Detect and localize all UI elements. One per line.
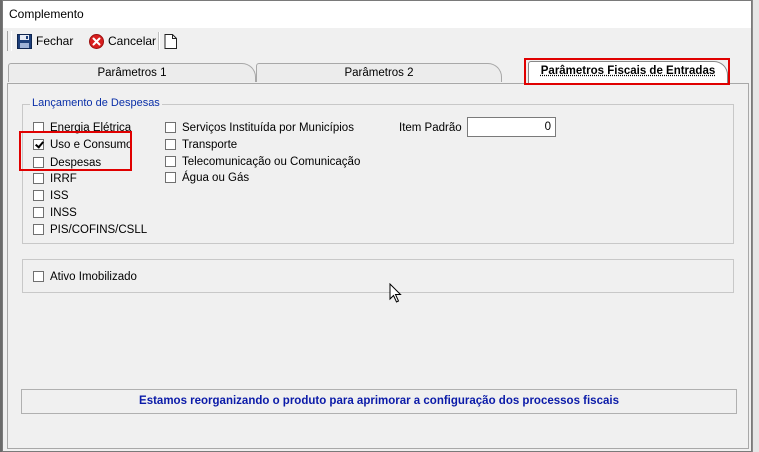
checkbox-label: PIS/COFINS/CSLL xyxy=(50,223,148,236)
checkbox-agua-ou-gas[interactable]: Água ou Gás xyxy=(165,170,249,185)
floppy-disk-icon xyxy=(17,33,32,49)
checkbox-label: Ativo Imobilizado xyxy=(50,270,137,283)
checkbox-box[interactable] xyxy=(165,139,176,150)
checkbox-label: INSS xyxy=(50,206,77,219)
toolbar-separator xyxy=(158,32,160,50)
tab-parametros-2[interactable]: Parâmetros 2 xyxy=(256,63,502,82)
checkbox-box[interactable] xyxy=(33,173,44,184)
title-bar[interactable]: Complemento xyxy=(3,1,751,28)
close-button-label: Fechar xyxy=(36,34,74,48)
cancel-button-label: Cancelar xyxy=(108,34,157,48)
checkbox-box[interactable] xyxy=(33,224,44,235)
cancel-button[interactable]: Cancelar xyxy=(89,31,156,51)
background-window-right xyxy=(752,0,759,452)
expenses-group-legend: Lançamento de Despesas xyxy=(30,97,162,109)
checkbox-box[interactable] xyxy=(165,156,176,167)
window-title: Complemento xyxy=(9,7,84,21)
tab-parametros-2-label: Parâmetros 2 xyxy=(344,67,414,79)
checkbox-box[interactable] xyxy=(33,190,44,201)
checkbox-ativo-imobilizado[interactable]: Ativo Imobilizado xyxy=(33,269,137,284)
tab-parametros-1[interactable]: Parâmetros 1 xyxy=(8,63,256,82)
mouse-pointer-icon xyxy=(389,283,402,303)
checkbox-box[interactable] xyxy=(165,122,176,133)
item-padrao-input[interactable] xyxy=(467,117,556,137)
red-cancel-icon xyxy=(89,33,104,49)
checkbox-box[interactable] xyxy=(165,172,176,183)
toolbar: Fechar Cancelar xyxy=(5,28,185,54)
checkbox-irrf[interactable]: IRRF xyxy=(33,171,77,186)
checkbox-label: Água ou Gás xyxy=(182,171,250,184)
info-message-text: Estamos reorganizando o produto para apr… xyxy=(139,395,619,407)
checkbox-label: IRRF xyxy=(50,172,77,185)
checkbox-label: Transporte xyxy=(182,138,238,151)
checkbox-box[interactable] xyxy=(33,271,44,282)
checkbox-transporte[interactable]: Transporte xyxy=(165,137,237,152)
close-button[interactable]: Fechar xyxy=(17,31,73,51)
checkbox-telecomunicacao[interactable]: Telecomunicação ou Comunicação xyxy=(165,154,360,169)
checkbox-box[interactable] xyxy=(33,207,44,218)
checkbox-servicos-municipios[interactable]: Serviços Instituída por Municípios xyxy=(165,120,354,135)
blank-document-icon xyxy=(164,33,177,49)
checkbox-label: ISS xyxy=(50,189,69,202)
info-message-bar: Estamos reorganizando o produto para apr… xyxy=(21,389,737,414)
new-document-button[interactable] xyxy=(164,31,177,51)
fixed-assets-groupbox: Ativo Imobilizado xyxy=(22,259,734,293)
checkbox-label: Serviços Instituída por Municípios xyxy=(182,121,354,134)
item-padrao-label: Item Padrão xyxy=(399,122,462,134)
toolbar-grip[interactable] xyxy=(7,31,12,51)
checkbox-iss[interactable]: ISS xyxy=(33,188,69,203)
checkbox-label: Telecomunicação ou Comunicação xyxy=(182,155,361,168)
highlight-box-tab xyxy=(524,58,730,85)
checkbox-pis-cofins-csll[interactable]: PIS/COFINS/CSLL xyxy=(33,222,147,237)
highlight-box-checkboxes xyxy=(19,131,132,171)
expenses-groupbox: Lançamento de Despesas Energia Elétrica … xyxy=(22,97,734,244)
tab-parametros-1-label: Parâmetros 1 xyxy=(97,67,167,79)
checkbox-inss[interactable]: INSS xyxy=(33,205,77,220)
